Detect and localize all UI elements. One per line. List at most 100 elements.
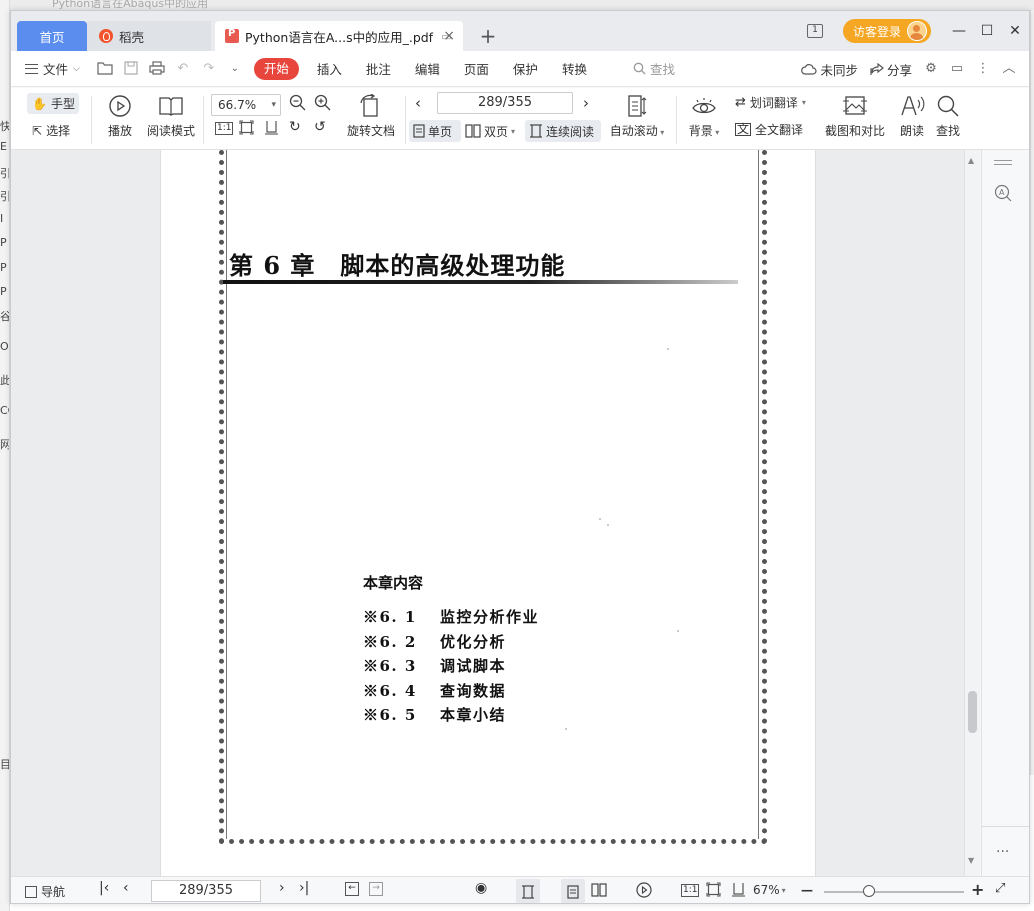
menu-search[interactable]: 查找 xyxy=(633,59,675,78)
page-number-input[interactable]: 289/355 xyxy=(437,92,573,114)
left-gutter xyxy=(11,150,160,876)
tab-close-button[interactable]: × xyxy=(443,28,455,44)
select-tool-button[interactable]: ⇱ 选择 xyxy=(27,120,79,141)
continuous-reading-label: 连续阅读 xyxy=(546,124,595,139)
screenshot-compare-button[interactable]: 截图和对比 xyxy=(823,94,887,139)
menu-convert[interactable]: 转换 xyxy=(550,59,599,78)
menu-edit[interactable]: 编辑 xyxy=(403,59,452,78)
status-fit-page-icon[interactable] xyxy=(706,882,721,900)
multi-window-icon[interactable]: 1 xyxy=(806,24,823,38)
zoom-slider-track[interactable] xyxy=(824,891,964,893)
settings-icon[interactable]: ⚙ xyxy=(923,61,939,77)
sync-status[interactable]: 未同步 xyxy=(795,60,864,79)
word-translate-button[interactable]: ⇄ 划词翻译 ▾ xyxy=(735,94,806,111)
read-aloud-button[interactable]: 朗读 xyxy=(897,94,927,139)
background-edge-text: E xyxy=(0,140,7,153)
scroll-down-icon[interactable]: ▼ xyxy=(968,856,974,865)
fit-page-icon[interactable] xyxy=(239,120,254,138)
rotate-left-icon[interactable]: ↻ xyxy=(289,119,301,135)
menu-start[interactable]: 开始 xyxy=(253,57,299,80)
share-button[interactable]: 分享 xyxy=(864,60,918,79)
hand-tool-button[interactable]: ✋ 手型 xyxy=(27,93,79,114)
vertical-scrollbar[interactable]: ▲ ▼ xyxy=(964,150,980,876)
more-options-icon[interactable]: ··· xyxy=(996,844,1009,860)
zoom-in-icon[interactable] xyxy=(314,94,331,114)
eye-icon xyxy=(692,98,716,114)
actual-size-button[interactable]: 1:1 xyxy=(215,122,234,135)
background-edge-text: 谷 xyxy=(0,310,10,323)
full-translate-label: 全文翻译 xyxy=(755,123,804,137)
full-translate-button[interactable]: 文 全文翻译 xyxy=(735,121,803,138)
redo-icon[interactable]: ↷ xyxy=(201,61,217,77)
quick-access-dropdown-icon[interactable]: ⌄ xyxy=(227,61,243,77)
back-view-icon[interactable]: ← xyxy=(345,882,359,896)
last-page-icon[interactable]: ›| xyxy=(299,880,309,896)
maximize-button[interactable]: ☐ xyxy=(973,23,1001,39)
background-button[interactable]: 背景 ▾ xyxy=(685,94,723,139)
slideshow-play-icon[interactable] xyxy=(636,882,652,901)
double-page-button[interactable]: 双页 ▾ xyxy=(465,120,515,142)
tab-document[interactable]: Python语言在A...s中的应用_.pdf ▭ × xyxy=(215,21,463,51)
status-page-input[interactable]: 289/355 xyxy=(151,880,261,902)
new-tab-button[interactable]: + xyxy=(473,21,503,51)
rotate-right-icon[interactable]: ↺ xyxy=(314,119,326,135)
scroll-up-icon[interactable]: ▲ xyxy=(968,156,974,165)
prev-page-button[interactable]: ‹ xyxy=(123,880,129,896)
menu-annotate[interactable]: 批注 xyxy=(354,59,403,78)
play-button[interactable]: 播放 xyxy=(103,94,137,139)
more-vertical-icon[interactable]: ⋮ xyxy=(975,61,991,77)
play-label: 播放 xyxy=(107,124,132,138)
zoom-slider-knob[interactable] xyxy=(863,885,875,897)
zoom-level-select[interactable]: 67% ▾ xyxy=(753,883,786,897)
navigation-toggle[interactable]: 导航 xyxy=(25,883,65,900)
print-icon[interactable] xyxy=(149,60,165,77)
background-edge-text: 快 xyxy=(0,120,10,133)
auto-scroll-label: 自动滚动 xyxy=(609,124,658,138)
menu-insert[interactable]: 插入 xyxy=(305,59,354,78)
save-icon[interactable] xyxy=(123,60,139,77)
next-page-icon[interactable]: › xyxy=(583,94,589,112)
first-page-icon[interactable]: |‹ xyxy=(99,880,109,896)
feedback-icon[interactable]: ▭ xyxy=(949,61,965,77)
status-actual-size-button[interactable]: 1:1 xyxy=(681,884,700,897)
find-label: 查找 xyxy=(935,124,960,138)
scrollbar-thumb[interactable] xyxy=(968,691,977,733)
find-button[interactable]: 查找 xyxy=(933,94,963,139)
tab-home[interactable]: 首页 xyxy=(17,21,87,51)
collapse-ribbon-icon[interactable]: ︿ xyxy=(1001,61,1017,77)
double-page-status-icon[interactable] xyxy=(591,883,607,900)
guest-login-button[interactable]: 访客登录 xyxy=(842,19,931,43)
fit-width-icon[interactable] xyxy=(264,120,279,138)
prev-page-icon[interactable]: ‹ xyxy=(415,94,421,112)
tab-daoke[interactable]: 稻壳 xyxy=(87,21,211,51)
minimize-button[interactable]: — xyxy=(945,23,973,39)
read-mode-button[interactable]: 阅读模式 xyxy=(145,94,197,139)
forward-view-icon[interactable]: → xyxy=(369,882,383,896)
tab-home-label: 首页 xyxy=(39,29,65,45)
fullscreen-icon[interactable]: ⤢ xyxy=(995,881,1005,896)
zoom-in-button[interactable]: + xyxy=(971,880,984,899)
continuous-mode-status-button[interactable] xyxy=(516,879,540,903)
auto-scroll-button[interactable]: 自动滚动 ▾ xyxy=(607,94,667,139)
next-page-button[interactable]: › xyxy=(279,880,285,896)
menu-protect[interactable]: 保护 xyxy=(501,59,550,78)
rotate-document-button[interactable]: 旋转文档 xyxy=(345,94,397,139)
toc-item: ※6. 1 监控分析作业 xyxy=(363,608,540,626)
title-underline xyxy=(223,280,738,284)
close-window-button[interactable]: ✕ xyxy=(1001,23,1029,39)
continuous-reading-button[interactable]: 连续阅读 xyxy=(525,120,601,142)
text-recognition-icon[interactable]: A xyxy=(994,184,1012,202)
hand-tool-label: 手型 xyxy=(50,97,75,111)
status-fit-width-icon[interactable] xyxy=(731,882,746,900)
menu-page[interactable]: 页面 xyxy=(452,59,501,78)
zoom-select[interactable]: 66.7% xyxy=(211,94,281,116)
menu-file[interactable]: 文件 ⌵ xyxy=(11,59,92,78)
undo-icon[interactable]: ↶ xyxy=(175,61,191,77)
single-page-button[interactable]: 单页 xyxy=(409,120,461,142)
eye-protection-icon[interactable]: ◉ xyxy=(475,880,487,896)
single-page-status-button[interactable] xyxy=(561,879,585,903)
panel-menu-icon[interactable] xyxy=(994,160,1012,161)
open-folder-icon[interactable] xyxy=(97,61,113,77)
zoom-out-button[interactable]: — xyxy=(801,883,813,897)
zoom-out-icon[interactable] xyxy=(289,94,306,115)
